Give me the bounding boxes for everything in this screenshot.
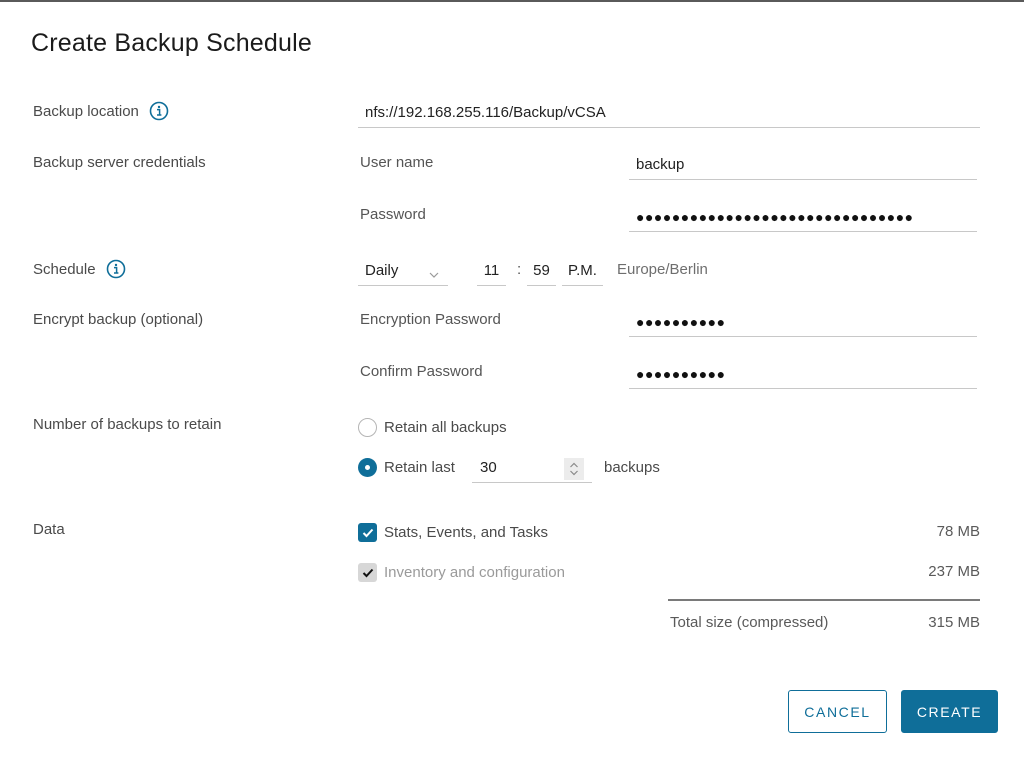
- meridiem-value: P.M.: [568, 262, 597, 279]
- inventory-checkbox: [358, 563, 377, 582]
- time-separator: :: [517, 261, 522, 278]
- backup-location-label: Backup location: [33, 101, 169, 121]
- retain-all-label: Retain all backups: [384, 419, 507, 436]
- schedule-label: Schedule: [33, 259, 126, 279]
- confirm-password-value: ●●●●●●●●●●: [636, 366, 726, 382]
- retain-last-radio[interactable]: [358, 458, 377, 477]
- data-item-stats[interactable]: Stats, Events, and Tasks: [358, 523, 548, 542]
- inventory-size: 237 MB: [928, 563, 980, 580]
- data-item-inventory: Inventory and configuration: [358, 563, 565, 582]
- credentials-label: Backup server credentials: [33, 154, 206, 171]
- frequency-select[interactable]: Daily: [358, 258, 448, 286]
- info-circle-icon[interactable]: [106, 259, 126, 279]
- confirm-password-input[interactable]: ●●●●●●●●●●: [629, 361, 977, 389]
- schedule-label-text: Schedule: [33, 260, 96, 278]
- confirm-password-label: Confirm Password: [360, 363, 483, 380]
- backup-location-label-text: Backup location: [33, 102, 139, 120]
- create-button[interactable]: CREATE: [901, 690, 998, 733]
- hour-input[interactable]: 11: [477, 258, 506, 286]
- spinner-icon[interactable]: [564, 458, 584, 480]
- retain-count-input[interactable]: 30: [472, 455, 592, 483]
- password-value: ●●●●●●●●●●●●●●●●●●●●●●●●●●●●●●●: [636, 209, 914, 225]
- retain-suffix: backups: [604, 459, 660, 476]
- minute-value: 59: [533, 262, 550, 279]
- retain-count-value: 30: [480, 459, 497, 476]
- username-label: User name: [360, 154, 434, 171]
- inventory-label: Inventory and configuration: [384, 564, 565, 581]
- timezone-text: Europe/Berlin: [617, 261, 708, 278]
- password-label: Password: [360, 206, 426, 223]
- retain-all-radio[interactable]: [358, 418, 377, 437]
- total-size-value: 315 MB: [928, 614, 980, 631]
- meridiem-input[interactable]: P.M.: [562, 258, 603, 286]
- window-top-border: [0, 0, 1024, 2]
- encrypt-label: Encrypt backup (optional): [33, 311, 204, 328]
- encryption-password-input[interactable]: ●●●●●●●●●●: [629, 309, 977, 337]
- username-value: backup: [636, 156, 685, 173]
- chevron-down-icon: [428, 264, 440, 290]
- minute-input[interactable]: 59: [527, 258, 556, 286]
- total-divider: [668, 599, 980, 601]
- backup-location-input[interactable]: nfs://192.168.255.116/Backup/vCSA: [358, 100, 980, 128]
- cancel-button[interactable]: CANCEL: [788, 690, 887, 733]
- hour-value: 11: [483, 262, 500, 279]
- data-label: Data: [33, 521, 65, 538]
- frequency-value: Daily: [365, 262, 399, 279]
- encryption-password-value: ●●●●●●●●●●: [636, 314, 726, 330]
- retain-all-option[interactable]: Retain all backups: [358, 418, 507, 437]
- username-input[interactable]: backup: [629, 152, 977, 180]
- total-size-label: Total size (compressed): [670, 614, 829, 631]
- backup-location-value: nfs://192.168.255.116/Backup/vCSA: [365, 104, 606, 121]
- stats-checkbox[interactable]: [358, 523, 377, 542]
- dialog-title: Create Backup Schedule: [31, 29, 312, 57]
- stats-size: 78 MB: [936, 523, 980, 540]
- password-input[interactable]: ●●●●●●●●●●●●●●●●●●●●●●●●●●●●●●●: [629, 204, 977, 232]
- encryption-password-label: Encryption Password: [360, 311, 501, 328]
- info-circle-icon[interactable]: [149, 101, 169, 121]
- retain-last-label: Retain last: [384, 459, 455, 476]
- stats-label: Stats, Events, and Tasks: [384, 524, 548, 541]
- retain-last-option[interactable]: Retain last: [358, 458, 455, 477]
- retain-label: Number of backups to retain: [33, 416, 222, 433]
